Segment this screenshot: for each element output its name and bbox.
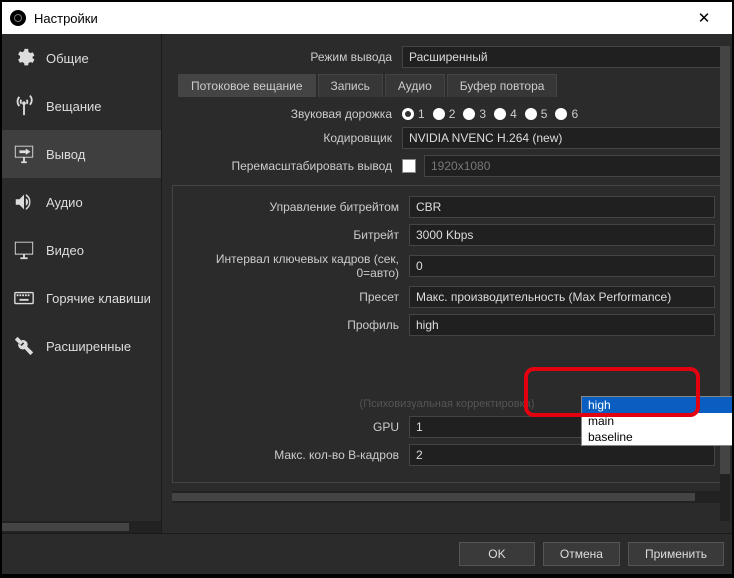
footer: OK Отмена Применить [2, 533, 732, 574]
ok-button[interactable]: OK [459, 542, 535, 566]
profile-dropdown-list: high main baseline [581, 396, 732, 446]
sidebar-item-label: Расширенные [46, 339, 131, 354]
sidebar: Общие Вещание Вывод [2, 34, 162, 533]
bitrate-input[interactable]: 3000 Kbps [409, 224, 715, 246]
rescale-label: Перемасштабировать вывод [172, 159, 402, 173]
audio-track-6[interactable]: 6 [555, 107, 578, 121]
tabs: Потоковое вещание Запись Аудио Буфер пов… [172, 74, 722, 97]
preset-select[interactable]: Макс. производительность (Max Performanc… [409, 286, 715, 308]
settings-window: Настройки ✕ Общие Вещание [2, 2, 732, 574]
monitor-icon [12, 238, 36, 262]
audio-track-label: Звуковая дорожка [172, 107, 402, 121]
output-mode-label: Режим вывода [172, 50, 402, 64]
gpu-label: GPU [179, 420, 409, 434]
sidebar-item-label: Вывод [46, 147, 85, 162]
rescale-checkbox[interactable] [402, 159, 416, 173]
preset-label: Пресет [179, 290, 409, 304]
encoder-label: Кодировщик [172, 131, 402, 145]
sidebar-item-output[interactable]: Вывод [2, 130, 161, 178]
cancel-button[interactable]: Отмена [543, 542, 620, 566]
rescale-select[interactable]: 1920x1080 [424, 155, 722, 177]
apply-button[interactable]: Применить [628, 542, 724, 566]
content-scrollbar-v[interactable] [720, 46, 730, 521]
monitor-arrow-icon [12, 142, 36, 166]
sidebar-item-label: Общие [46, 51, 89, 66]
keyframe-label: Интервал ключевых кадров (сек, 0=авто) [179, 252, 409, 280]
keyframe-input[interactable]: 0 [409, 255, 715, 277]
content: Режим вывода Расширенный Потоковое вещан… [162, 34, 732, 533]
profile-select[interactable]: high [409, 314, 715, 336]
profile-option-high[interactable]: high [582, 397, 732, 413]
tab-streaming[interactable]: Потоковое вещание [178, 74, 316, 97]
sidebar-item-label: Видео [46, 243, 84, 258]
tab-replay-buffer[interactable]: Буфер повтора [447, 74, 558, 97]
audio-track-3[interactable]: 3 [463, 107, 486, 121]
profile-option-baseline[interactable]: baseline [582, 429, 732, 445]
bframes-input[interactable]: 2 [409, 444, 715, 466]
antenna-icon [12, 94, 36, 118]
encoder-select[interactable]: NVIDIA NVENC H.264 (new) [402, 127, 722, 149]
sidebar-item-audio[interactable]: Аудио [2, 178, 161, 226]
rate-control-select[interactable]: CBR [409, 196, 715, 218]
audio-track-2[interactable]: 2 [433, 107, 456, 121]
close-button[interactable]: ✕ [684, 2, 724, 34]
sidebar-item-hotkeys[interactable]: Горячие клавиши [2, 274, 161, 322]
sidebar-scrollbar[interactable] [2, 521, 161, 533]
audio-track-5[interactable]: 5 [525, 107, 548, 121]
keyboard-icon [12, 286, 36, 310]
profile-label: Профиль [179, 318, 409, 332]
profile-dropdown-open: high main baseline [581, 396, 732, 446]
rate-control-label: Управление битрейтом [179, 200, 409, 214]
app-icon [10, 10, 26, 26]
psycho-visual-row: (Психовизуальная корректировка) [360, 398, 535, 410]
window-title: Настройки [34, 11, 684, 26]
titlebar: Настройки ✕ [2, 2, 732, 34]
profile-option-main[interactable]: main [582, 413, 732, 429]
audio-track-group: 1 2 3 4 5 6 [402, 107, 722, 121]
gear-icon [12, 46, 36, 70]
sidebar-item-label: Аудио [46, 195, 83, 210]
tools-icon [12, 334, 36, 358]
content-scrollbar-h[interactable] [172, 491, 722, 503]
bframes-label: Макс. кол-во B-кадров [179, 448, 409, 462]
audio-track-4[interactable]: 4 [494, 107, 517, 121]
sidebar-item-label: Вещание [46, 99, 102, 114]
sidebar-item-general[interactable]: Общие [2, 34, 161, 82]
tab-audio[interactable]: Аудио [385, 74, 445, 97]
speaker-icon [12, 190, 36, 214]
output-mode-select[interactable]: Расширенный [402, 46, 722, 68]
audio-track-1[interactable]: 1 [402, 107, 425, 121]
sidebar-item-advanced[interactable]: Расширенные [2, 322, 161, 370]
sidebar-item-stream[interactable]: Вещание [2, 82, 161, 130]
tab-recording[interactable]: Запись [318, 74, 383, 97]
sidebar-item-video[interactable]: Видео [2, 226, 161, 274]
bitrate-label: Битрейт [179, 228, 409, 242]
sidebar-item-label: Горячие клавиши [46, 291, 151, 306]
